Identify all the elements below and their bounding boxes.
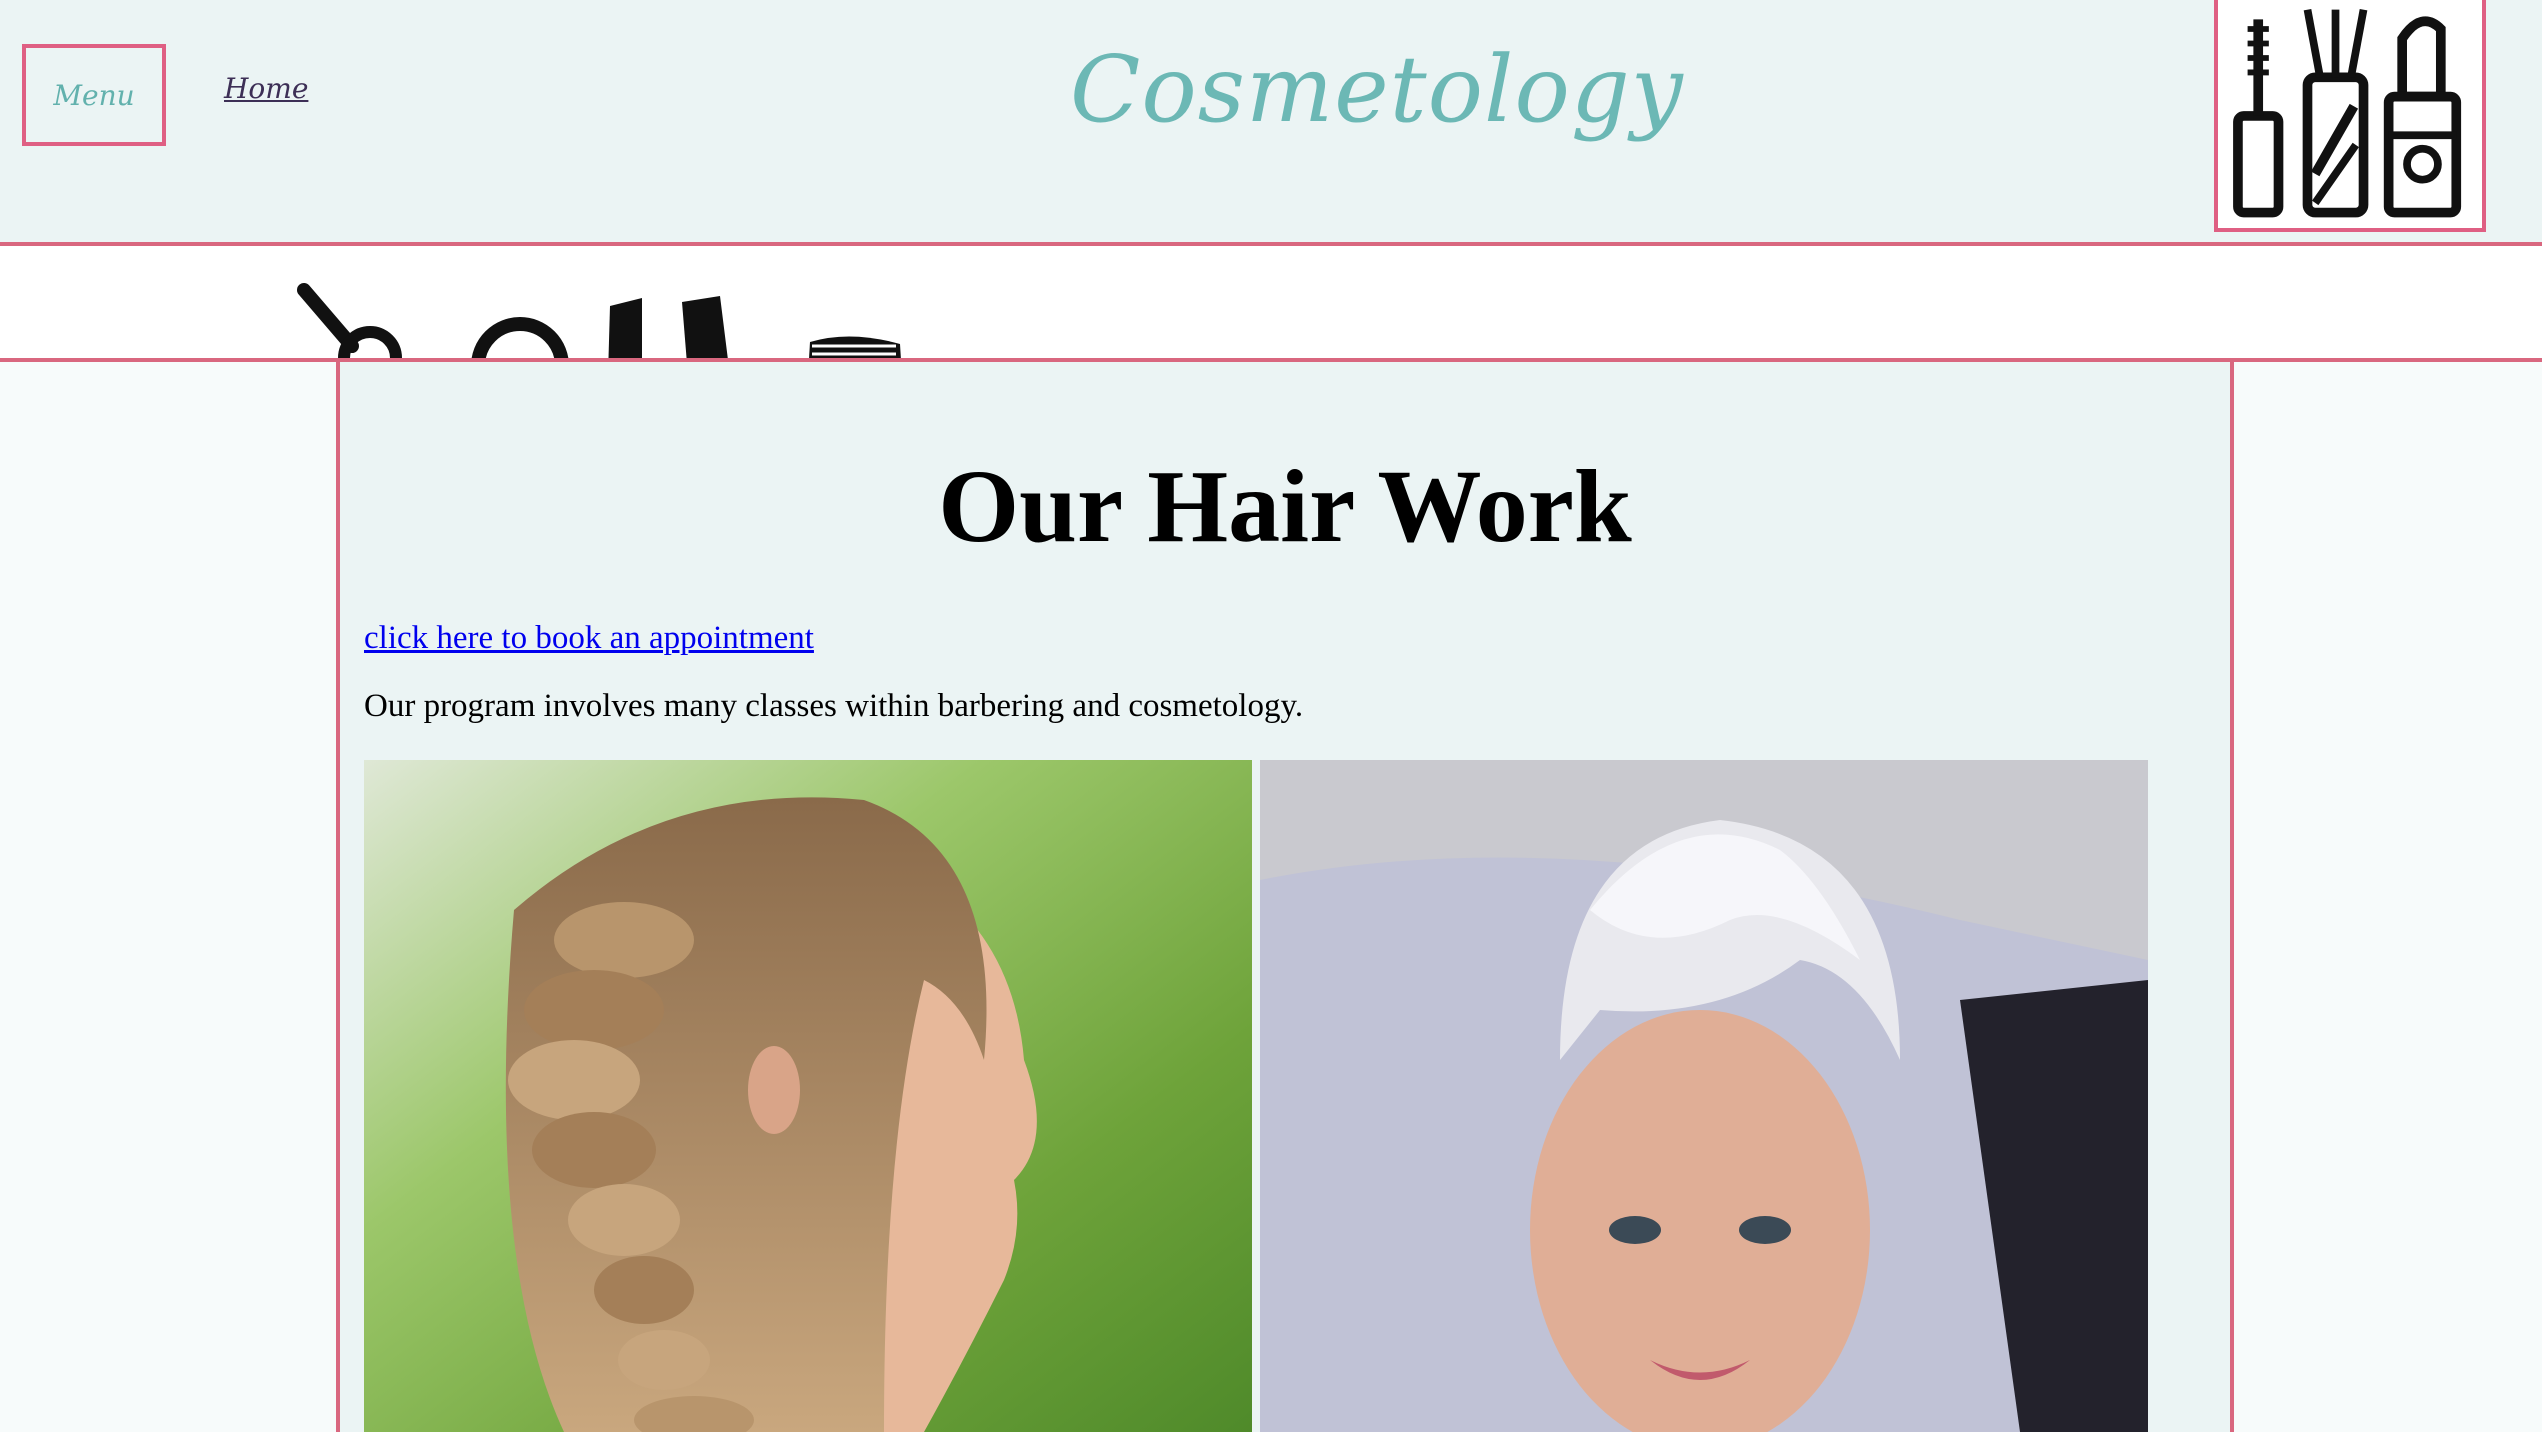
braided-hair-photo	[364, 760, 1252, 1432]
menu-label: Menu	[53, 78, 135, 112]
short-silver-hair-photo	[1260, 760, 2148, 1432]
book-appointment-link[interactable]: click here to book an appointment	[364, 620, 814, 657]
program-description: Our program involves many classes within…	[364, 688, 1304, 724]
menu-button[interactable]: Menu	[22, 44, 166, 146]
main-content: Our Hair Work click here to book an appo…	[336, 362, 2234, 1432]
site-title: Cosmetology	[1070, 36, 1684, 143]
hair-tools-banner-icons	[0, 246, 2542, 362]
makeup-tools-icon[interactable]	[2214, 0, 2486, 232]
home-link[interactable]: Home	[224, 72, 308, 105]
site-header: Menu Home Cosmetology	[0, 0, 2542, 246]
page-title: Our Hair Work	[938, 449, 1632, 564]
